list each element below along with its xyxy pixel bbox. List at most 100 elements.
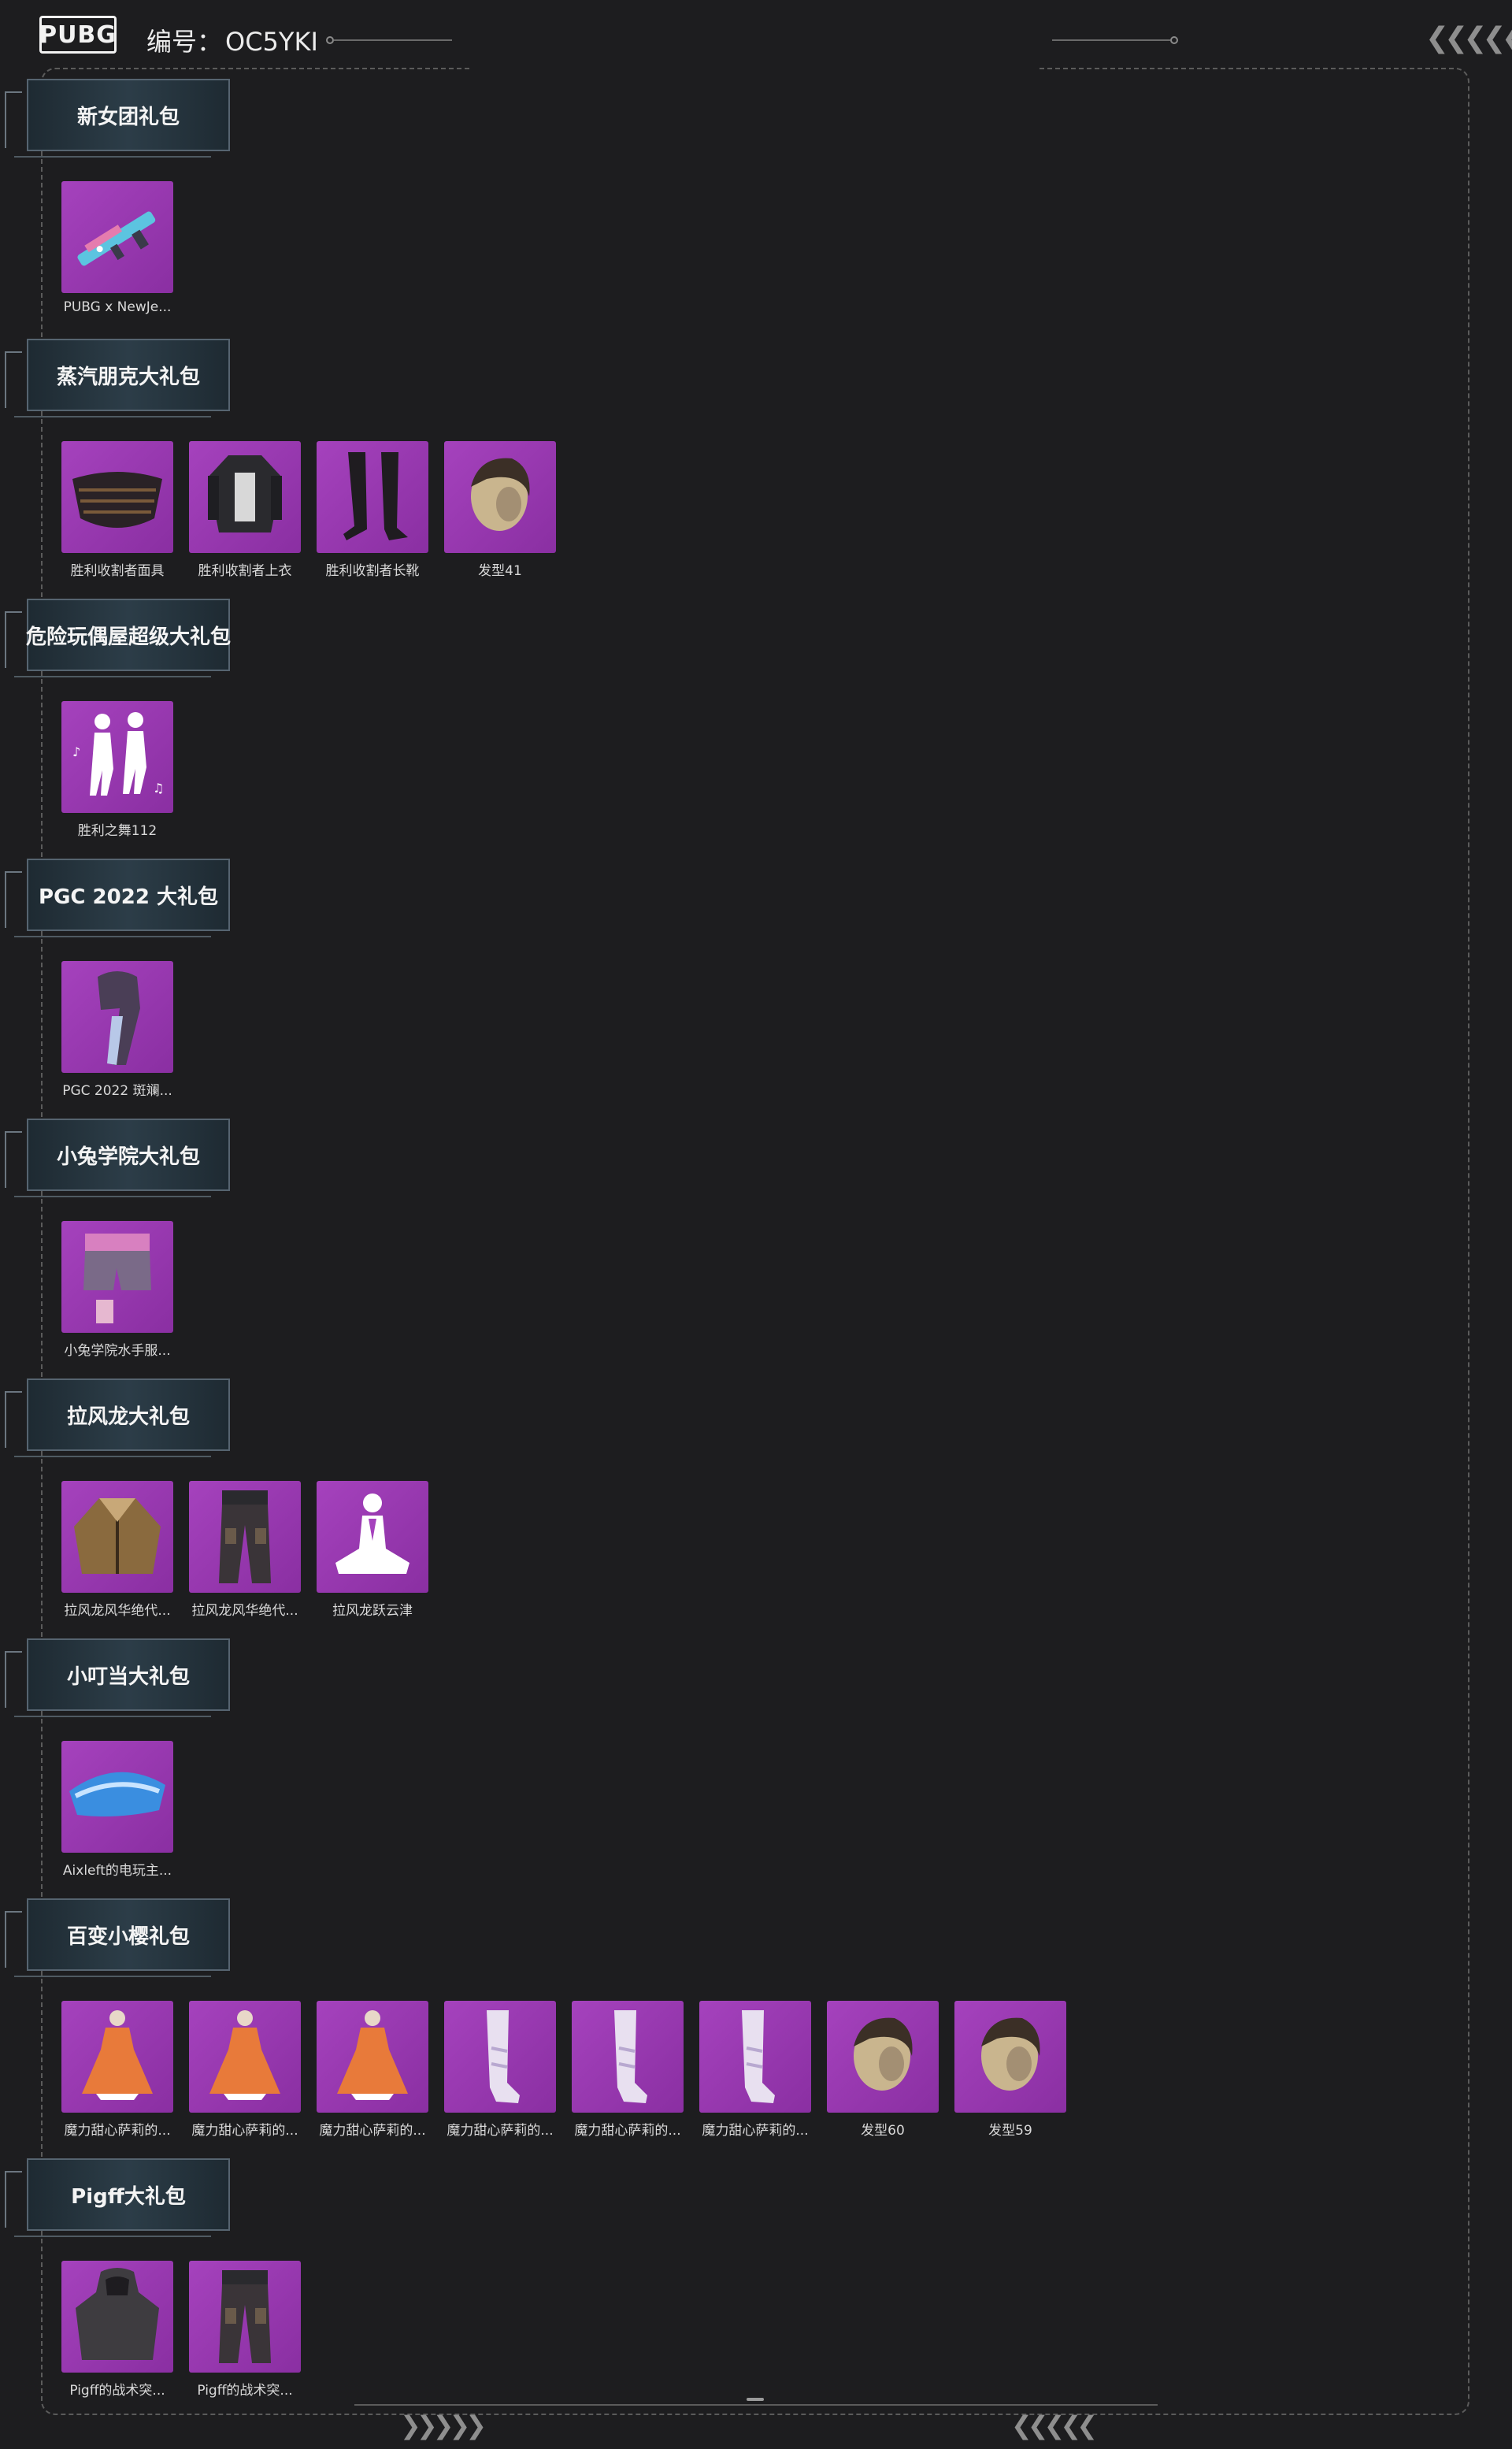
pants-icon[interactable] <box>189 1481 301 1593</box>
reward-item-label: Aixleft的电玩主... <box>62 1863 172 1879</box>
dance-emote-icon[interactable]: ♪ ♫ <box>61 701 173 813</box>
item-row: Pigff的战术突... Pigff的战术突... <box>61 2261 301 2399</box>
title-underline <box>14 1976 211 1977</box>
reward-item-label: Pigff的战术突... <box>69 2383 165 2399</box>
reward-item-label: 拉风龙风华绝代... <box>191 1603 298 1619</box>
code-value: OC5YKI <box>225 27 318 57</box>
section-title-text: 小叮当大礼包 <box>66 1664 190 1689</box>
title-bracket-icon <box>5 1391 22 1448</box>
item-row: PUBG x NewJe... <box>61 181 173 315</box>
footer-chevrons-right-icon: ❯❯❯❯❯ <box>400 2410 487 2440</box>
stocking-icon[interactable] <box>699 2001 811 2113</box>
reward-item[interactable]: Aixleft的电玩主... <box>61 1741 173 1879</box>
reward-item[interactable]: 拉风龙风华绝代... <box>189 1481 301 1619</box>
stocking-icon[interactable] <box>572 2001 684 2113</box>
scroll-indicator[interactable] <box>747 2398 764 2401</box>
reward-item[interactable]: 魔力甜心萨莉的... <box>317 2001 428 2139</box>
title-underline <box>14 936 211 937</box>
reward-item[interactable]: 胜利收割者面具 <box>61 441 173 579</box>
reward-item[interactable]: ♪ ♫ 胜利之舞112 <box>61 701 173 839</box>
reward-item-label: 胜利收割者上衣 <box>198 563 292 579</box>
reward-item[interactable]: 魔力甜心萨莉的... <box>699 2001 811 2139</box>
section-title-text: 蒸汽朋克大礼包 <box>56 365 200 389</box>
reward-item[interactable]: Pigff的战术突... <box>189 2261 301 2399</box>
title-underline <box>14 1456 211 1457</box>
reward-item[interactable]: 魔力甜心萨莉的... <box>189 2001 301 2139</box>
reward-item[interactable]: Pigff的战术突... <box>61 2261 173 2399</box>
reward-item[interactable]: 魔力甜心萨莉的... <box>444 2001 556 2139</box>
section-title: 新女团礼包 <box>5 79 230 158</box>
mask-icon[interactable] <box>61 441 173 553</box>
title-underline <box>14 416 211 417</box>
dress-icon[interactable] <box>317 2001 428 2113</box>
title-bracket-icon <box>5 91 22 148</box>
hairstyle-icon[interactable] <box>444 441 556 553</box>
reward-item-label: Pigff的战术突... <box>197 2383 293 2399</box>
code-label: 编号： <box>146 27 223 57</box>
section-title: Pigff大礼包 <box>5 2158 230 2237</box>
section-title: 小兔学院大礼包 <box>5 1119 230 1197</box>
item-row: 小兔学院水手服... <box>61 1221 173 1359</box>
reward-item[interactable]: PUBG x NewJe... <box>61 181 173 315</box>
reward-item[interactable]: 发型59 <box>954 2001 1066 2139</box>
reward-item[interactable]: 小兔学院水手服... <box>61 1221 173 1359</box>
title-underline <box>14 156 211 158</box>
svg-text:♫: ♫ <box>153 781 164 796</box>
section-title-text: 百变小樱礼包 <box>66 1924 190 1949</box>
reward-item[interactable]: 拉风龙跃云津 <box>317 1481 428 1619</box>
meditation-emote-icon[interactable] <box>317 1481 428 1593</box>
section-title-text: Pigff大礼包 <box>71 2184 186 2209</box>
rifle-skin-icon[interactable] <box>61 181 173 293</box>
reward-item-label: 拉风龙跃云津 <box>332 1603 413 1619</box>
reward-item[interactable]: 发型41 <box>444 441 556 579</box>
reward-item[interactable]: 魔力甜心萨莉的... <box>572 2001 684 2139</box>
header-right-dot-icon <box>1170 36 1178 44</box>
visor-icon[interactable] <box>61 1741 173 1853</box>
header: PUBG 编号： OC5YKI ❮❮❮❮❮ <box>0 0 1512 71</box>
jacket-icon[interactable] <box>61 1481 173 1593</box>
title-underline <box>14 1716 211 1717</box>
section-title: 小叮当大礼包 <box>5 1638 230 1717</box>
section-title: 蒸汽朋克大礼包 <box>5 339 230 417</box>
item-row: Aixleft的电玩主... <box>61 1741 173 1879</box>
reward-item[interactable]: 发型60 <box>827 2001 939 2139</box>
reward-item-label: 发型59 <box>988 2123 1032 2139</box>
header-chevrons-left-icon: ❮❮❮❮❮ <box>1425 22 1512 54</box>
hoodie-icon[interactable] <box>61 2261 173 2373</box>
title-underline <box>14 676 211 677</box>
reward-item[interactable]: 胜利收割者上衣 <box>189 441 301 579</box>
boots-icon[interactable] <box>317 441 428 553</box>
svg-text:♪: ♪ <box>72 744 80 759</box>
title-bracket-icon <box>5 1911 22 1968</box>
section-title-text: 小兔学院大礼包 <box>56 1145 200 1169</box>
hairstyle-icon[interactable] <box>827 2001 939 2113</box>
section-title-text: PGC 2022 大礼包 <box>39 885 218 909</box>
item-row: PGC 2022 斑斓... <box>61 961 173 1099</box>
code-display: 编号： OC5YKI <box>143 22 318 58</box>
reward-item[interactable]: 拉风龙风华绝代... <box>61 1481 173 1619</box>
title-underline <box>14 1196 211 1197</box>
hairstyle-icon[interactable] <box>954 2001 1066 2113</box>
shorts-icon[interactable] <box>61 1221 173 1333</box>
item-row: 拉风龙风华绝代... 拉风龙风华绝代... 拉风龙跃云津 <box>61 1481 428 1619</box>
reward-item[interactable]: 胜利收割者长靴 <box>317 441 428 579</box>
reward-item-label: 魔力甜心萨莉的... <box>319 2123 426 2139</box>
stocking-icon[interactable] <box>444 2001 556 2113</box>
pants-icon[interactable] <box>189 2261 301 2373</box>
top-outfit-icon[interactable] <box>189 441 301 553</box>
dress-icon[interactable] <box>189 2001 301 2113</box>
header-right-line <box>1052 39 1170 41</box>
section-title: 危险玩偶屋超级大礼包 <box>5 599 231 677</box>
reward-item-label: 胜利之舞112 <box>77 823 158 839</box>
dress-icon[interactable] <box>61 2001 173 2113</box>
scarf-icon[interactable] <box>61 961 173 1073</box>
reward-item[interactable]: 魔力甜心萨莉的... <box>61 2001 173 2139</box>
title-bracket-icon <box>5 351 22 408</box>
section-title-text: 新女团礼包 <box>76 105 180 129</box>
footer-chevrons-left-icon: ❮❮❮❮❮ <box>1011 2410 1098 2440</box>
reward-item-label: 小兔学院水手服... <box>64 1343 171 1359</box>
reward-item[interactable]: PGC 2022 斑斓... <box>61 961 173 1099</box>
title-bracket-icon <box>5 1131 22 1188</box>
title-bracket-icon <box>5 871 22 928</box>
section-title-text: 拉风龙大礼包 <box>66 1404 190 1429</box>
